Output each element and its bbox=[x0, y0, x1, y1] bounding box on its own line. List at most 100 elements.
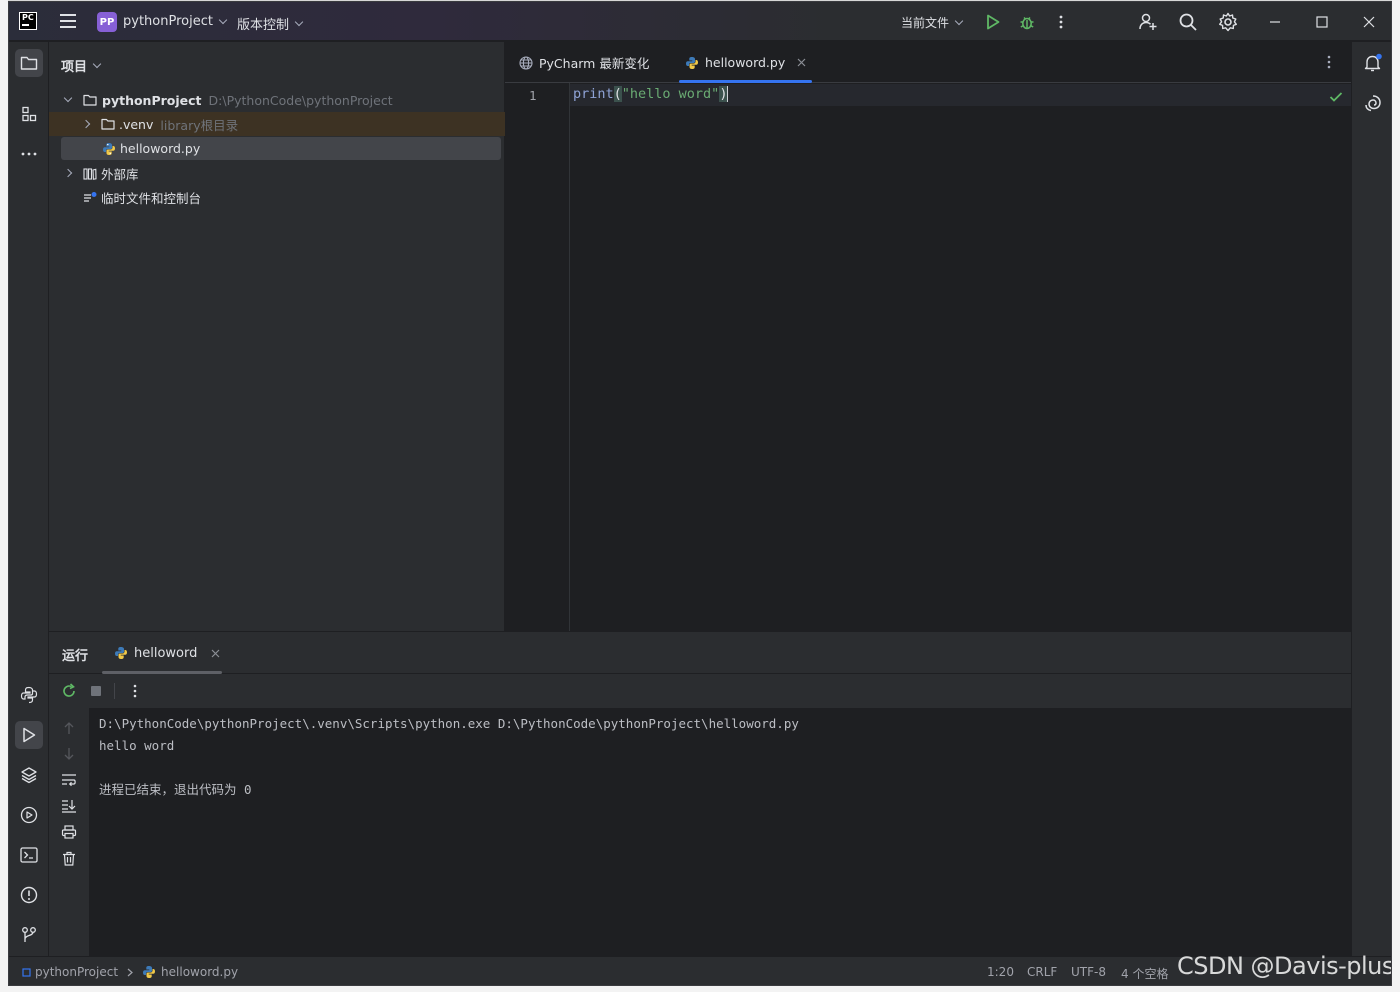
debug-icon[interactable] bbox=[1017, 12, 1037, 32]
chevron-right-icon[interactable] bbox=[63, 168, 73, 178]
close-window-icon[interactable] bbox=[1359, 12, 1379, 32]
code-with-me-icon[interactable] bbox=[1137, 11, 1159, 33]
project-panel-title[interactable]: 项目 bbox=[61, 56, 102, 75]
soft-wrap-icon[interactable] bbox=[61, 772, 77, 788]
globe-icon bbox=[519, 55, 533, 70]
vcs-menu[interactable]: 版本控制 bbox=[237, 14, 304, 33]
clear-trash-icon[interactable] bbox=[61, 850, 77, 866]
breadcrumb-file[interactable]: helloword.py bbox=[161, 965, 238, 979]
run-panel-title: 运行 bbox=[62, 649, 89, 664]
ide-window: PC PP pythonProject 版本控制 当前文件 项目 pythonP… bbox=[8, 1, 1392, 986]
minimize-icon[interactable] bbox=[1265, 12, 1285, 32]
chevron-down-icon bbox=[954, 16, 964, 25]
settings-gear-icon[interactable] bbox=[1217, 11, 1239, 33]
tree-item-label: .venv bbox=[119, 116, 154, 132]
pycharm-logo-icon[interactable]: PC bbox=[19, 12, 37, 30]
code-editor[interactable]: print("hello word") bbox=[570, 83, 1351, 631]
chevron-down-icon bbox=[218, 15, 228, 24]
close-tab-icon[interactable] bbox=[211, 649, 220, 658]
chevron-down-icon[interactable] bbox=[63, 93, 73, 103]
tree-item-project-root[interactable]: pythonProject D:\PythonCode\pythonProjec… bbox=[49, 88, 505, 112]
tab-helloword-py[interactable]: helloword.py bbox=[679, 42, 813, 83]
chevron-right-icon bbox=[127, 968, 133, 977]
editor-more-icon[interactable] bbox=[1321, 54, 1337, 70]
desktop-background-right bbox=[1392, 0, 1400, 992]
toolbar-divider bbox=[114, 683, 115, 699]
project-switcher[interactable]: pythonProject bbox=[123, 14, 228, 29]
csdn-watermark: CSDN @Davis-plus bbox=[1177, 952, 1392, 980]
console-line: hello word bbox=[99, 738, 175, 753]
python-packages-icon[interactable] bbox=[15, 681, 43, 709]
tree-item-label: 临时文件和控制台 bbox=[101, 190, 202, 206]
scroll-up-arrow-icon[interactable] bbox=[61, 720, 77, 736]
python-file-icon bbox=[114, 646, 128, 660]
caret-position[interactable]: 1:20 bbox=[987, 965, 1014, 979]
run-config-label: 当前文件 bbox=[901, 16, 950, 30]
module-square-icon bbox=[22, 967, 31, 977]
library-icon bbox=[83, 167, 97, 180]
breadcrumb-project[interactable]: pythonProject bbox=[35, 965, 118, 979]
run-tool-icon[interactable] bbox=[15, 721, 43, 749]
vcs-label: 版本控制 bbox=[237, 18, 290, 33]
project-badge[interactable]: PP bbox=[97, 12, 117, 32]
tree-item-venv[interactable]: .venv library根目录 bbox=[49, 112, 505, 136]
scratches-icon bbox=[83, 191, 97, 204]
tab-pycharm-whats-new[interactable]: PyCharm 最新变化 bbox=[519, 42, 649, 83]
file-encoding[interactable]: UTF-8 bbox=[1071, 965, 1106, 979]
run-console[interactable]: D:\PythonCode\pythonProject\.venv\Script… bbox=[89, 708, 1351, 956]
tab-label: PyCharm 最新变化 bbox=[539, 56, 650, 71]
project-tool-folder-icon[interactable] bbox=[15, 49, 43, 77]
tree-item-helloword[interactable]: helloword.py bbox=[61, 137, 501, 160]
tree-item-label: pythonProject bbox=[102, 92, 202, 108]
code-func: print bbox=[573, 86, 614, 102]
line-number: 1 bbox=[529, 88, 537, 103]
rerun-icon[interactable] bbox=[61, 683, 77, 699]
scroll-down-arrow-icon[interactable] bbox=[61, 746, 77, 762]
indent-setting[interactable]: 4 个空格 bbox=[1121, 965, 1168, 982]
terminal-icon[interactable] bbox=[15, 841, 43, 869]
run-more-icon[interactable] bbox=[127, 684, 143, 698]
run-toolbar bbox=[49, 674, 1351, 708]
git-branch-icon[interactable] bbox=[15, 921, 43, 949]
tree-item-path: D:\PythonCode\pythonProject bbox=[208, 92, 393, 108]
folder-icon bbox=[83, 94, 97, 106]
layers-icon[interactable] bbox=[15, 761, 43, 789]
python-file-icon bbox=[685, 56, 699, 70]
ai-assistant-spiral-icon[interactable] bbox=[1359, 89, 1387, 117]
main-menu-icon[interactable] bbox=[59, 14, 77, 28]
scroll-to-end-icon[interactable] bbox=[61, 798, 77, 814]
maximize-icon[interactable] bbox=[1312, 12, 1332, 32]
print-icon[interactable] bbox=[61, 824, 77, 840]
run-icon[interactable] bbox=[983, 12, 1003, 32]
console-line: D:\PythonCode\pythonProject\.venv\Script… bbox=[99, 716, 799, 731]
tree-item-label: helloword.py bbox=[120, 141, 201, 156]
line-ending[interactable]: CRLF bbox=[1027, 965, 1057, 979]
notifications-bell-icon[interactable] bbox=[1359, 49, 1387, 77]
close-tab-icon[interactable] bbox=[797, 58, 806, 67]
editor-gutter: 1 bbox=[505, 83, 570, 631]
problems-icon[interactable] bbox=[15, 881, 43, 909]
tree-item-label: 外部库 bbox=[101, 166, 139, 182]
stop-icon[interactable] bbox=[89, 684, 103, 698]
run-panel-header: 运行 helloword bbox=[49, 631, 1351, 674]
run-side-toolbar bbox=[49, 708, 89, 956]
chevron-right-icon[interactable] bbox=[81, 119, 91, 129]
services-icon[interactable] bbox=[15, 801, 43, 829]
search-icon[interactable] bbox=[1177, 11, 1199, 33]
tab-label: helloword.py bbox=[705, 55, 786, 70]
breadcrumb: pythonProject helloword.py bbox=[22, 965, 238, 979]
project-panel-title-text: 项目 bbox=[61, 60, 88, 75]
code-line-1[interactable]: print("hello word") bbox=[573, 86, 729, 102]
tree-item-scratches[interactable]: 临时文件和控制台 bbox=[49, 185, 505, 209]
more-tools-icon[interactable] bbox=[15, 140, 43, 168]
inspection-ok-checkmark-icon[interactable] bbox=[1328, 89, 1344, 105]
more-actions-icon[interactable] bbox=[1051, 12, 1071, 32]
chevron-down-icon bbox=[92, 59, 102, 68]
code-paren-open: ( bbox=[613, 86, 622, 102]
run-tab-helloword[interactable]: helloword bbox=[102, 632, 222, 674]
run-configuration-selector[interactable]: 当前文件 bbox=[901, 14, 964, 31]
tree-item-external-libraries[interactable]: 外部库 bbox=[49, 161, 505, 185]
structure-icon[interactable] bbox=[15, 100, 43, 128]
right-tool-strip bbox=[1351, 42, 1391, 956]
editor-tab-bar: PyCharm 最新变化 helloword.py bbox=[505, 42, 1351, 83]
